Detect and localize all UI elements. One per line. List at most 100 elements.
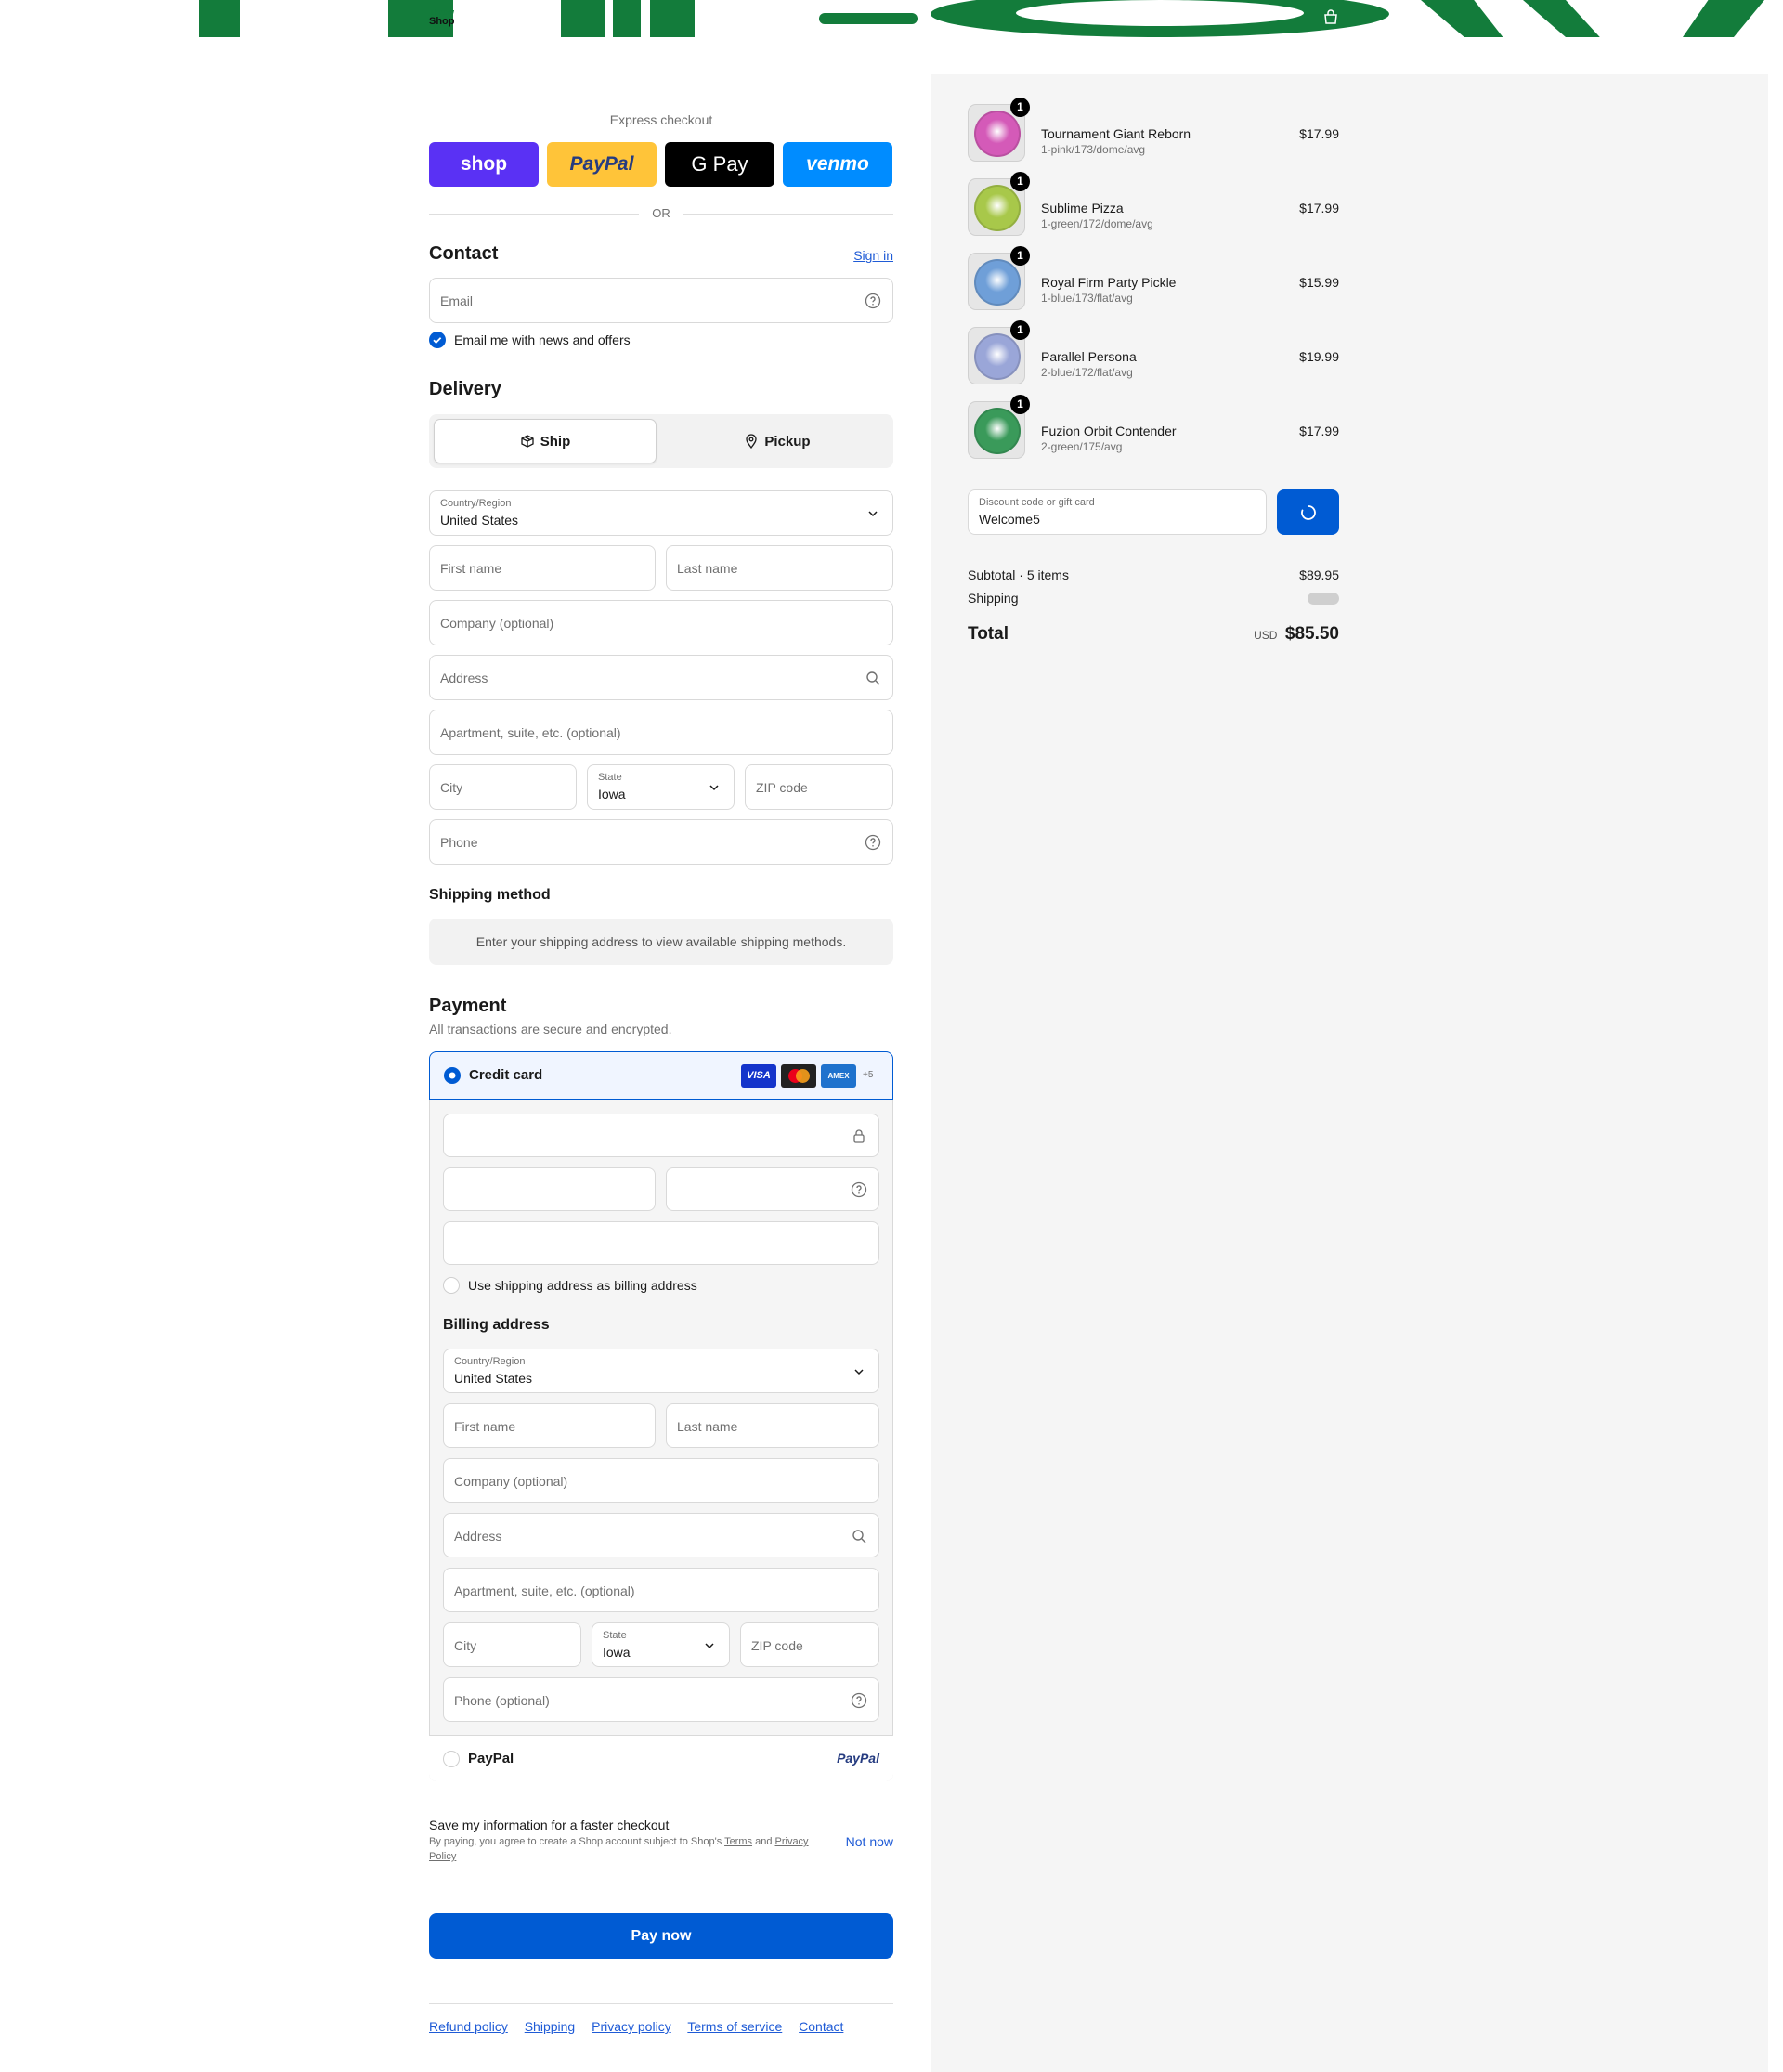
product-thumbnail: 1: [968, 320, 1030, 384]
pickup-label: Pickup: [764, 433, 811, 450]
shipping-method-message: Enter your shipping address to view avai…: [429, 919, 893, 965]
quantity-badge: 1: [1010, 320, 1030, 340]
product-name: Tournament Giant Reborn: [1041, 126, 1191, 141]
card-expiry-field[interactable]: [443, 1167, 656, 1211]
billing-address-placeholder: Address: [454, 1529, 502, 1544]
refund-policy-link[interactable]: Refund policy: [429, 2019, 508, 2034]
checkbox-checked-icon[interactable]: [429, 332, 446, 348]
shipping-policy-link[interactable]: Shipping: [525, 2019, 576, 2034]
checkbox-unchecked-icon[interactable]: [443, 1277, 460, 1294]
use-shipping-row[interactable]: Use shipping address as billing address: [443, 1277, 697, 1294]
card-cvv-field[interactable]: [666, 1167, 879, 1211]
contact-link[interactable]: Contact: [799, 2019, 843, 2034]
discount-code-field[interactable]: Discount code or gift card Welcome5: [968, 489, 1267, 535]
zip-placeholder: ZIP code: [756, 780, 808, 795]
total-value: $85.50: [1284, 624, 1339, 644]
terms-link[interactable]: Terms: [724, 1836, 752, 1847]
help-icon[interactable]: [851, 1181, 867, 1198]
total-amount: USD $85.50: [1153, 624, 1339, 645]
quantity-badge: 1: [1010, 395, 1030, 414]
disc-image: [974, 259, 1021, 306]
chevron-down-icon: [854, 1369, 864, 1375]
logo-fragment: [1016, 0, 1304, 26]
footer-divider: [429, 2003, 893, 2004]
shop-pay-button[interactable]: shop: [429, 142, 539, 187]
discount-label: Discount code or gift card: [979, 497, 1095, 508]
total-label: Total: [968, 624, 1009, 644]
paypal-express-button[interactable]: PayPal: [547, 142, 657, 187]
sign-in-link[interactable]: Sign in: [836, 248, 893, 263]
company-field[interactable]: Company (optional): [429, 600, 893, 645]
last-name-field[interactable]: Last name: [666, 545, 893, 591]
pay-now-button[interactable]: Pay now: [429, 1913, 893, 1959]
billing-city-field[interactable]: City: [443, 1622, 581, 1667]
contact-title: Contact: [429, 243, 499, 264]
privacy-policy-link[interactable]: Privacy policy: [592, 2019, 671, 2034]
header-banner: Throw Shop: [0, 0, 1783, 37]
chevron-down-icon: [868, 511, 878, 517]
visa-icon: VISA: [741, 1064, 776, 1088]
product-variant: 2-blue/172/flat/avg: [1041, 366, 1133, 379]
billing-country-select[interactable]: Country/Region United States: [443, 1349, 879, 1393]
delivery-toggle: Ship Pickup: [429, 414, 893, 468]
shop-pay-label: shop: [460, 153, 508, 175]
billing-state-select[interactable]: State Iowa: [592, 1622, 730, 1667]
card-number-field[interactable]: [443, 1114, 879, 1157]
venmo-label: venmo: [806, 153, 869, 175]
chevron-down-icon: [705, 1643, 714, 1649]
product-variant: 1-pink/173/dome/avg: [1041, 143, 1146, 156]
terms-of-service-link[interactable]: Terms of service: [687, 2019, 782, 2034]
ship-label: Ship: [540, 433, 571, 450]
card-name-field[interactable]: [443, 1221, 879, 1265]
address-field[interactable]: Address: [429, 655, 893, 700]
help-icon[interactable]: [865, 834, 881, 851]
billing-first-name-placeholder: First name: [454, 1419, 516, 1434]
google-pay-button[interactable]: G Pay: [665, 142, 774, 187]
city-field[interactable]: City: [429, 764, 577, 810]
product-name: Fuzion Orbit Contender: [1041, 424, 1177, 438]
billing-last-name-placeholder: Last name: [677, 1419, 738, 1434]
not-now-link[interactable]: Not now: [826, 1834, 893, 1849]
ship-tab[interactable]: Ship: [434, 419, 657, 463]
product-thumbnail: 1: [968, 395, 1030, 459]
logo-fragment: [819, 13, 918, 24]
radio-selected-icon[interactable]: [444, 1067, 461, 1084]
credit-card-option[interactable]: Credit card VISA AMEX +5: [429, 1051, 893, 1100]
phone-field[interactable]: Phone: [429, 819, 893, 865]
last-name-placeholder: Last name: [677, 561, 738, 576]
billing-first-name-field[interactable]: First name: [443, 1403, 656, 1448]
apartment-field[interactable]: Apartment, suite, etc. (optional): [429, 710, 893, 755]
or-label: OR: [652, 206, 670, 220]
billing-company-field[interactable]: Company (optional): [443, 1458, 879, 1503]
paypal-option[interactable]: PayPal PayPal: [429, 1735, 893, 1781]
news-checkbox-row[interactable]: Email me with news and offers: [429, 332, 631, 348]
state-select[interactable]: State Iowa: [587, 764, 735, 810]
country-value: United States: [440, 513, 519, 528]
venmo-button[interactable]: venmo: [783, 142, 892, 187]
disc-image: [974, 185, 1021, 231]
radio-unselected-icon[interactable]: [443, 1751, 460, 1767]
email-placeholder: Email: [440, 293, 474, 308]
brand-logo[interactable]: Throw Shop: [429, 7, 455, 27]
first-name-field[interactable]: First name: [429, 545, 656, 591]
spinner-icon: [1300, 504, 1316, 520]
billing-phone-field[interactable]: Phone (optional): [443, 1677, 879, 1722]
help-icon[interactable]: [851, 1692, 867, 1709]
billing-address-field[interactable]: Address: [443, 1513, 879, 1557]
search-icon: [866, 671, 880, 685]
zip-field[interactable]: ZIP code: [745, 764, 893, 810]
logo-fragment: [613, 0, 641, 37]
brand-line: Shop: [429, 16, 455, 27]
country-select[interactable]: Country/Region United States: [429, 490, 893, 536]
billing-last-name-field[interactable]: Last name: [666, 1403, 879, 1448]
pickup-tab[interactable]: Pickup: [666, 419, 889, 463]
product-thumbnail: 1: [968, 172, 1030, 236]
currency-code: USD: [1254, 629, 1278, 642]
apply-discount-button[interactable]: [1277, 489, 1339, 535]
email-field[interactable]: Email: [429, 278, 893, 323]
bag-icon[interactable]: [1322, 9, 1339, 24]
billing-zip-field[interactable]: ZIP code: [740, 1622, 879, 1667]
billing-apartment-field[interactable]: Apartment, suite, etc. (optional): [443, 1568, 879, 1612]
help-icon[interactable]: [865, 293, 881, 309]
state-value: Iowa: [598, 787, 626, 801]
